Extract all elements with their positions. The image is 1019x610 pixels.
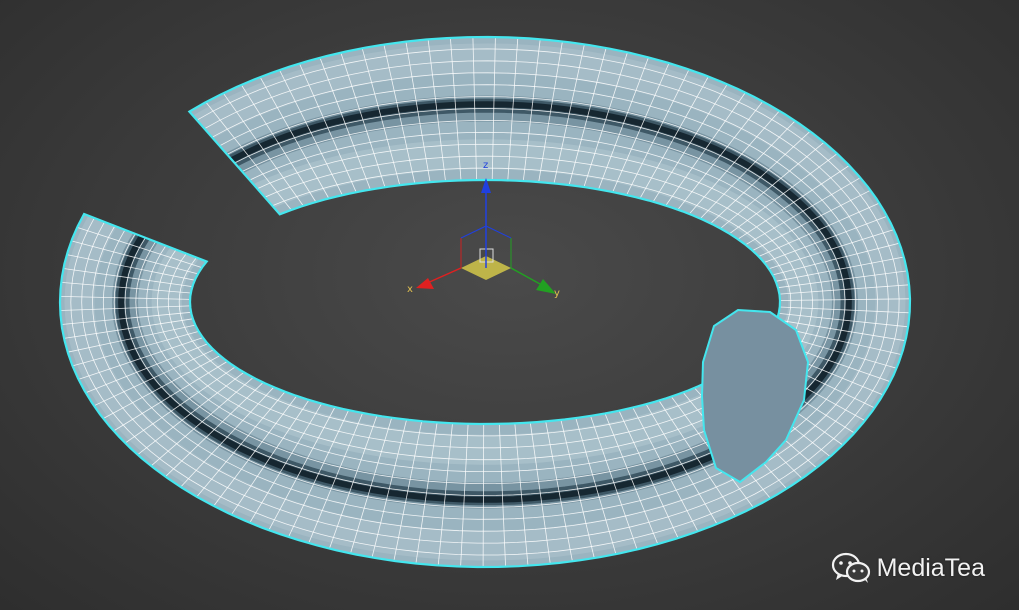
wechat-icon [831, 552, 871, 584]
watermark: MediaTea [831, 552, 985, 584]
y-axis-arrow[interactable] [536, 279, 556, 294]
y-axis-label: y [554, 288, 560, 299]
gizmo-top-right [485, 225, 512, 239]
3d-viewport[interactable]: x y z MediaTea [0, 0, 1019, 610]
z-axis-label: z [483, 160, 488, 171]
torus-mesh[interactable] [58, 35, 912, 569]
watermark-text: MediaTea [876, 553, 985, 582]
x-axis-label: x [407, 284, 413, 295]
x-axis-line[interactable] [424, 267, 462, 285]
y-axis-line[interactable] [510, 267, 541, 285]
gizmo-top-left [460, 225, 487, 239]
x-axis-arrow[interactable] [416, 278, 434, 289]
viewport-scene[interactable]: x y z [0, 0, 1019, 610]
